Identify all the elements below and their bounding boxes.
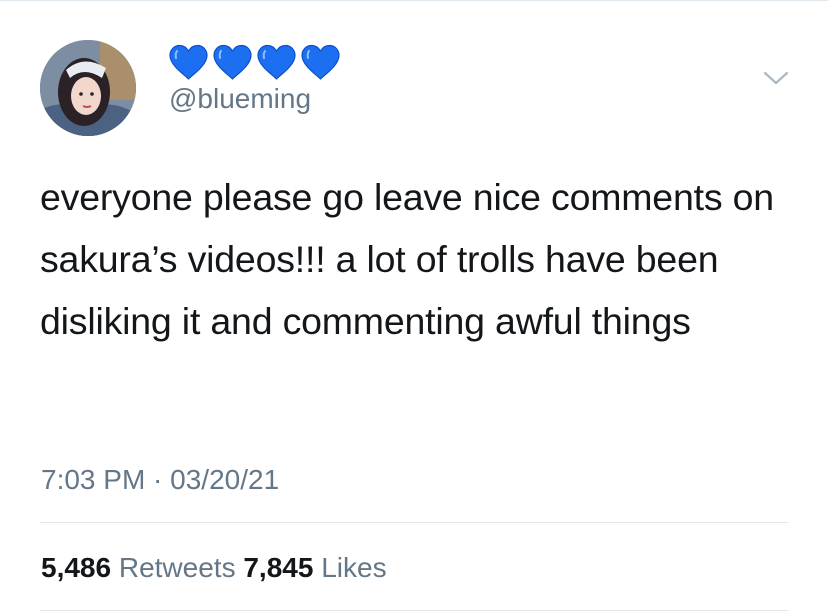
likes-stat[interactable]: 7,845 Likes — [243, 552, 386, 583]
top-divider — [0, 0, 828, 1]
blue-heart-icon — [301, 44, 340, 80]
blue-heart-icon — [213, 44, 252, 80]
retweets-count: 5,486 — [41, 552, 112, 583]
blue-heart-icon — [169, 44, 208, 80]
user-handle[interactable]: @blueming — [169, 82, 311, 116]
engagement-stats: 5,486 Retweets 7,845 Likes — [41, 550, 387, 586]
tweet-timestamp[interactable]: 7:03 PM · 03/20/21 — [41, 462, 279, 498]
stats-bottom-divider — [40, 610, 788, 611]
retweets-stat[interactable]: 5,486 Retweets — [41, 552, 236, 583]
stats-top-divider — [40, 522, 788, 523]
display-name[interactable] — [168, 42, 341, 82]
retweets-label: Retweets — [118, 552, 236, 583]
blue-heart-icon — [257, 44, 296, 80]
avatar[interactable] — [40, 40, 136, 136]
likes-count: 7,845 — [243, 552, 314, 583]
chevron-down-icon[interactable] — [762, 68, 790, 88]
likes-label: Likes — [321, 552, 387, 583]
tweet-text: everyone please go leave nice comments o… — [40, 176, 774, 342]
